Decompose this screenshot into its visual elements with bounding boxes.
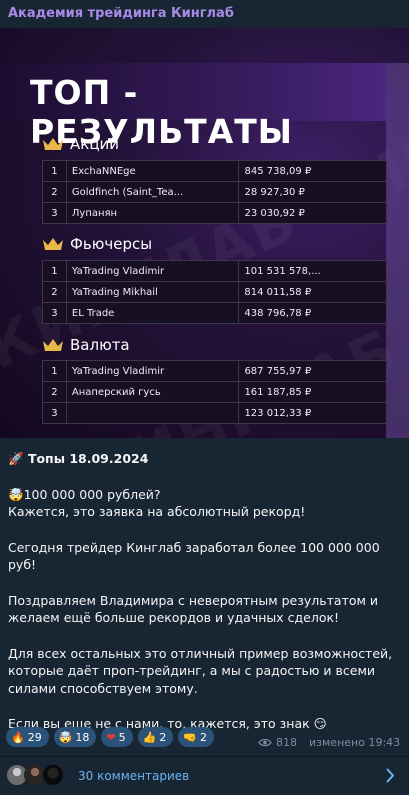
exploding-head-icon: 🤯 <box>58 730 73 744</box>
table-row: 3 EL Trade 438 796,78 ₽ <box>42 302 387 324</box>
avatar <box>42 764 64 786</box>
message-bubble: Академия трейдинга Кинглаб КИНГЛАБ КИНГЛ… <box>0 0 409 795</box>
reaction-thumbs-up[interactable]: 👍 2 <box>137 727 174 747</box>
table-row: 3 123 012,33 ₽ <box>42 402 387 424</box>
table-row: 1 YaTrading Vladimir 687 755,97 ₽ <box>42 360 387 382</box>
comments-button[interactable]: 30 комментариев <box>0 757 409 795</box>
section-stocks: Акции <box>42 135 119 153</box>
channel-name[interactable]: Академия трейдинга Кинглаб <box>8 6 234 21</box>
message-meta: 818 изменено 19:43 <box>258 736 400 749</box>
crown-icon <box>43 338 63 351</box>
exploding-head-icon: 🤯 <box>8 486 24 502</box>
message-para4: Для всех остальных это отличный пример в… <box>8 645 393 696</box>
section-title: Фьючерсы <box>70 235 153 253</box>
chevron-right-icon <box>386 768 394 783</box>
smirk-icon: 😏 <box>313 716 327 731</box>
results-banner-image[interactable]: КИНГЛАБ КИНГЛАБ КИНГЛАБ КИНГЛАБ ТОП - РЕ… <box>0 28 409 438</box>
fist-icon: 🤜 <box>183 730 198 744</box>
view-count: 818 <box>276 736 297 749</box>
message-para2: Сегодня трейдер Кинглаб заработал более … <box>8 539 380 573</box>
section-currency: Валюта <box>42 336 130 354</box>
section-title: Акции <box>70 135 120 153</box>
section-title: Валюта <box>70 336 130 354</box>
table-row: 1 YaTrading Vladimir 101 531 578,... <box>42 260 387 282</box>
comments-count: 30 комментариев <box>78 769 190 783</box>
reaction-fist[interactable]: 🤜 2 <box>178 727 215 747</box>
table-row: 2 Анаперский гусь 161 187,85 ₽ <box>42 381 387 403</box>
rocket-icon: 🚀 <box>8 451 24 466</box>
message-title: Топы 18.09.2024 <box>27 451 149 466</box>
table-row: 3 Лупанян 23 030,92 ₽ <box>42 202 387 224</box>
decorative-strip <box>386 63 409 438</box>
message-title-line: 🚀 Топы 18.09.2024 <box>8 450 403 468</box>
edited-time: изменено 19:43 <box>309 736 401 749</box>
results-table-stocks: 1 ExchaNNEge 845 738,09 ₽ 2 Goldfinch (Sain… <box>42 160 387 224</box>
thumbs-up-icon: 👍 <box>142 730 157 744</box>
results-table-futures: 1 YaTrading Vladimir 101 531 578,... 2 YaTr… <box>42 260 387 324</box>
reaction-fire[interactable]: 🔥 29 <box>6 727 49 747</box>
section-futures: Фьючерсы <box>42 235 152 253</box>
reaction-heart[interactable]: ❤ 5 <box>101 727 133 747</box>
message-line1: 🤯100 000 000 рублей? <box>8 486 161 502</box>
table-row: 1 ExchaNNEge 845 738,09 ₽ <box>42 160 387 182</box>
message-line2: Кажется, это заявка на абсолютный рекорд… <box>8 504 306 519</box>
eye-icon <box>258 738 272 747</box>
commenter-avatars <box>6 764 72 788</box>
crown-icon <box>43 137 63 150</box>
results-table-currency: 1 YaTrading Vladimir 687 755,97 ₽ 2 Анаперс… <box>42 360 387 424</box>
table-row: 2 YaTrading Mikhail 814 011,58 ₽ <box>42 281 387 303</box>
fire-icon: 🔥 <box>11 730 25 744</box>
heart-icon: ❤ <box>106 730 116 744</box>
reaction-exploding-head[interactable]: 🤯 18 <box>53 727 97 747</box>
message-para3: Поздравляем Владимира с невероятным резу… <box>8 592 379 626</box>
crown-icon <box>43 237 63 250</box>
table-row: 2 Goldfinch (Saint_Tea... 28 927,30 ₽ <box>42 181 387 203</box>
message-text: 🚀 Топы 18.09.2024 🤯100 000 000 рублей? К… <box>8 450 403 733</box>
reactions-bar: 🔥 29 🤯 18 ❤ 5 👍 2 🤜 2 <box>6 727 215 747</box>
